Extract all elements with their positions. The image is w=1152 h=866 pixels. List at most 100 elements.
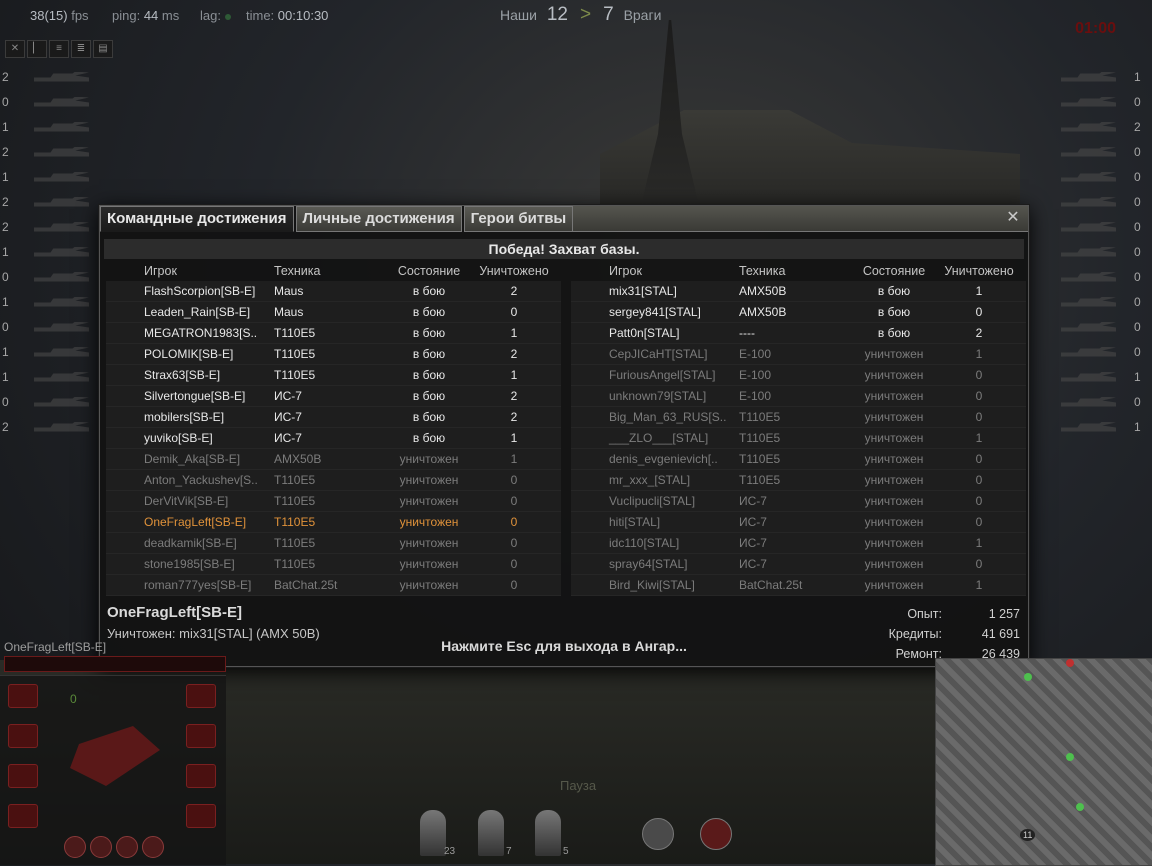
side-kill-count: 0 xyxy=(1134,294,1141,309)
side-list-entry: 1 xyxy=(1043,64,1148,89)
tank-cell: ---- xyxy=(739,326,755,340)
time-readout: time: 00:10:30 xyxy=(246,8,328,32)
battle-result-title: Победа! Захват базы. xyxy=(104,239,1024,259)
side-list-entry: 1 xyxy=(2,339,107,364)
tab-battle-heroes[interactable]: Герои битвы xyxy=(463,206,574,232)
kills-cell: 0 xyxy=(510,515,518,529)
player-row[interactable]: Anton_Yackushev[S.. T110E5 уничтожен 0 xyxy=(106,470,561,491)
tab-team-achievements[interactable]: Командные достижения xyxy=(100,206,294,232)
player-row[interactable]: roman777yes[SB-E] BatChat.25t уничтожен 0 xyxy=(106,575,561,596)
kills-cell: 0 xyxy=(975,557,983,571)
player-row[interactable]: FlashScorpion[SB-E] Maus в бою 2 xyxy=(106,281,561,302)
tank-silhouette-icon xyxy=(1061,421,1116,432)
player-row[interactable]: yuviko[SB-E] ИС-7 в бою 1 xyxy=(106,428,561,449)
list-mode-1-icon[interactable]: ▏ xyxy=(27,40,47,58)
tank-cell: ИС-7 xyxy=(739,536,767,550)
player-row[interactable]: Patt0n[STAL] ---- в бою 2 xyxy=(571,323,1026,344)
ally-side-list: 2 0 1 2 1 2 2 1 0 1 0 1 1 0 2 xyxy=(2,64,107,439)
player-row[interactable]: Silvertongue[SB-E] ИС-7 в бою 2 xyxy=(106,386,561,407)
player-name-cell: POLOMIK[SB-E] xyxy=(144,347,234,361)
side-list-entry: 0 xyxy=(1043,389,1148,414)
player-row[interactable]: Demik_Aka[SB-E] AMX50B уничтожен 1 xyxy=(106,449,561,470)
player-row[interactable]: POLOMIK[SB-E] T110E5 в бою 2 xyxy=(106,344,561,365)
ammo-slot-2-icon[interactable] xyxy=(478,810,504,856)
player-row[interactable]: hiti[STAL] ИС-7 уничтожен 0 xyxy=(571,512,1026,533)
tank-silhouette-icon xyxy=(1061,121,1116,132)
player-row[interactable]: denis_evgenievich[.. T110E5 уничтожен 0 xyxy=(571,449,1026,470)
player-row[interactable]: Bird_Kiwi[STAL] BatChat.25t уничтожен 1 xyxy=(571,575,1026,596)
player-tag: OneFragLeft[SB-E] xyxy=(4,640,107,654)
crew-icon-2 xyxy=(90,836,112,858)
kills-cell: 1 xyxy=(510,452,518,466)
player-name-cell: Big_Man_63_RUS[S.. xyxy=(609,410,727,424)
state-cell: в бою xyxy=(412,410,446,424)
state-cell: в бою xyxy=(412,347,446,361)
player-row[interactable]: Vuclipucli[STAL] ИС-7 уничтожен 0 xyxy=(571,491,1026,512)
side-list-entry: 1 xyxy=(1043,414,1148,439)
state-cell: в бою xyxy=(877,284,911,298)
kills-cell: 0 xyxy=(975,368,983,382)
tank-cell: T110E5 xyxy=(274,473,316,487)
list-mode-3-icon[interactable]: ≣ xyxy=(71,40,91,58)
enemy-marker-icon xyxy=(1066,659,1074,667)
player-row[interactable]: CepJICaHT[STAL] E-100 уничтожен 1 xyxy=(571,344,1026,365)
state-cell: в бою xyxy=(412,305,446,319)
ammo-slot-3-icon[interactable] xyxy=(535,810,561,856)
player-row[interactable]: sergey841[STAL] AMX50B в бою 0 xyxy=(571,302,1026,323)
ammo-slot-1-icon[interactable] xyxy=(420,810,446,856)
state-cell: уничтожен xyxy=(399,452,459,466)
tank-cell: E-100 xyxy=(739,347,772,361)
list-mode-4-icon[interactable]: ▤ xyxy=(93,40,113,58)
tab-personal-achievements[interactable]: Личные достижения xyxy=(295,206,462,232)
player-row[interactable]: idc110[STAL] ИС-7 уничтожен 1 xyxy=(571,533,1026,554)
player-row[interactable]: mix31[STAL] AMX50B в бою 1 xyxy=(571,281,1026,302)
player-row[interactable]: unknown79[STAL] E-100 уничтожен 0 xyxy=(571,386,1026,407)
state-cell: уничтожен xyxy=(399,515,459,529)
player-row[interactable]: FuriousAngel[STAL] E-100 уничтожен 0 xyxy=(571,365,1026,386)
side-kill-count: 0 xyxy=(2,94,9,109)
gun-counter: 0 xyxy=(70,692,77,706)
side-kill-count: 1 xyxy=(2,119,9,134)
player-name-cell: CepJICaHT[STAL] xyxy=(609,347,708,361)
player-row[interactable]: mr_xxx_[STAL] T110E5 уничтожен 0 xyxy=(571,470,1026,491)
tank-silhouette-icon xyxy=(1061,321,1116,332)
player-row[interactable]: Strax63[SB-E] T110E5 в бою 1 xyxy=(106,365,561,386)
state-cell: уничтожен xyxy=(864,473,924,487)
player-row[interactable]: Big_Man_63_RUS[S.. T110E5 уничтожен 0 xyxy=(571,407,1026,428)
stat-label: Ремонт: xyxy=(895,647,942,661)
fire-extinguisher-icon[interactable] xyxy=(700,818,732,850)
player-name-cell: OneFragLeft[SB-E] xyxy=(144,515,247,529)
close-button[interactable]: ✕ xyxy=(1004,209,1022,227)
minimap[interactable]: 11 xyxy=(935,658,1152,866)
close-icon[interactable]: ✕ xyxy=(5,40,25,58)
ally-marker-icon xyxy=(1066,753,1074,761)
kills-cell: 0 xyxy=(975,452,983,466)
tank-silhouette-icon xyxy=(1061,96,1116,107)
repair-kit-icon[interactable] xyxy=(642,818,674,850)
side-list-entry: 2 xyxy=(2,214,107,239)
tank-silhouette-icon xyxy=(1061,346,1116,357)
battle-timer: 01:00 xyxy=(1075,20,1116,37)
ammo-count-3: 5 xyxy=(563,846,569,857)
stat-value: 41 691 xyxy=(981,627,1020,641)
player-row[interactable]: mobilers[SB-E] ИС-7 в бою 2 xyxy=(106,407,561,428)
player-row[interactable]: stone1985[SB-E] T110E5 уничтожен 0 xyxy=(106,554,561,575)
ping-value: 44 xyxy=(143,8,159,23)
player-row[interactable]: OneFragLeft[SB-E] T110E5 уничтожен 0 xyxy=(106,512,561,533)
player-row[interactable]: MEGATRON1983[S.. T110E5 в бою 1 xyxy=(106,323,561,344)
state-cell: уничтожен xyxy=(864,578,924,592)
player-row[interactable]: ___ZLO___[STAL] T110E5 уничтожен 1 xyxy=(571,428,1026,449)
player-name-cell: yuviko[SB-E] xyxy=(144,431,213,445)
header-player: Игрок xyxy=(609,264,642,278)
player-row[interactable]: spray64[STAL] ИС-7 уничтожен 0 xyxy=(571,554,1026,575)
player-row[interactable]: DerVitVik[SB-E] T110E5 уничтожен 0 xyxy=(106,491,561,512)
state-cell: уничтожен xyxy=(864,410,924,424)
state-cell: уничтожен xyxy=(399,557,459,571)
battle-results-dialog: Командные достижения Личные достижения Г… xyxy=(99,205,1029,667)
list-mode-2-icon[interactable]: ≡ xyxy=(49,40,69,58)
kills-cell: 0 xyxy=(975,515,983,529)
player-row[interactable]: Leaden_Rain[SB-E] Maus в бою 0 xyxy=(106,302,561,323)
tank-silhouette-icon xyxy=(34,221,89,232)
tank-silhouette-icon xyxy=(34,421,89,432)
player-row[interactable]: deadkamik[SB-E] T110E5 уничтожен 0 xyxy=(106,533,561,554)
